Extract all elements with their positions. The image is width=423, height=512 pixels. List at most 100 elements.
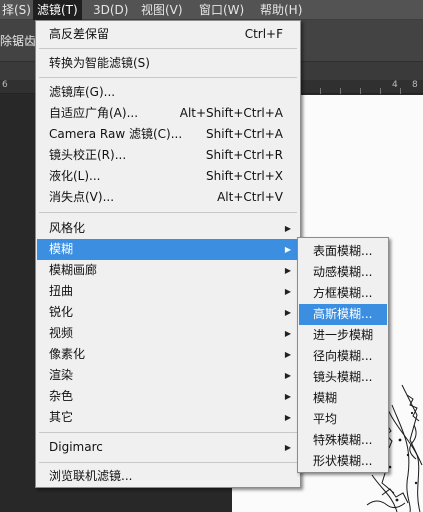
menu-separator	[39, 462, 297, 463]
menu-separator	[39, 432, 297, 433]
menu-3d[interactable]: 3D(D)	[89, 0, 132, 20]
submenu-item-blur[interactable]: 模糊	[299, 388, 387, 409]
blur-submenu: 表面模糊... 动感模糊... 方框模糊... 高斯模糊... 进一步模糊 径向…	[297, 237, 389, 473]
menu-item-label: Digimarc	[49, 440, 103, 454]
submenu-item-label: 方框模糊...	[313, 286, 373, 300]
menu-item-label: 风格化	[49, 221, 86, 235]
menu-item-label: 杂色	[49, 389, 74, 403]
submenu-arrow-icon: ▶	[284, 224, 291, 233]
menu-separator	[39, 77, 297, 78]
submenu-arrow-icon: ▶	[284, 371, 291, 380]
menu-item-distort[interactable]: 扭曲 ▶	[37, 281, 299, 302]
submenu-item-average[interactable]: 平均	[299, 409, 387, 430]
menu-item-camera-raw[interactable]: Camera Raw 滤镜(C)... Shift+Ctrl+A	[37, 124, 299, 145]
submenu-arrow-icon: ▶	[284, 413, 291, 422]
submenu-item-motion-blur[interactable]: 动感模糊...	[299, 262, 387, 283]
app-menubar: 择(S) 滤镜(T) 3D(D) 视图(V) 窗口(W) 帮助(H)	[0, 0, 423, 20]
menu-separator	[39, 212, 297, 213]
menu-item-sharpen[interactable]: 锐化 ▶	[37, 302, 299, 323]
menu-window[interactable]: 窗口(W)	[195, 0, 248, 20]
menu-view[interactable]: 视图(V)	[137, 0, 187, 20]
ruler-tick	[320, 88, 321, 94]
ruler-label: 4	[392, 80, 398, 90]
filter-menu: 高反差保留 Ctrl+F 转换为智能滤镜(S) 滤镜库(G)... 自适应广角(…	[35, 20, 301, 488]
submenu-item-blur-more[interactable]: 进一步模糊	[299, 325, 387, 346]
submenu-arrow-icon: ▶	[284, 350, 291, 359]
ruler-label: 6	[2, 80, 8, 90]
menu-separator	[39, 48, 297, 49]
submenu-item-label: 模糊	[313, 391, 338, 405]
menu-item-high-pass[interactable]: 高反差保留 Ctrl+F	[37, 24, 299, 45]
submenu-item-label: 平均	[313, 412, 338, 426]
menu-item-noise[interactable]: 杂色 ▶	[37, 386, 299, 407]
menu-item-label: 模糊	[49, 242, 74, 256]
menu-item-blur-gallery[interactable]: 模糊画廊 ▶	[37, 260, 299, 281]
menu-item-video[interactable]: 视频 ▶	[37, 323, 299, 344]
menu-item-liquify[interactable]: 液化(L)... Shift+Ctrl+X	[37, 166, 299, 187]
ruler-tick	[380, 88, 381, 94]
ruler-tick	[400, 88, 401, 94]
menu-item-label: Camera Raw 滤镜(C)...	[49, 127, 183, 141]
submenu-item-label: 进一步模糊	[313, 328, 374, 342]
menu-filter[interactable]: 滤镜(T)	[33, 0, 82, 20]
submenu-item-shape-blur[interactable]: 形状模糊...	[299, 451, 387, 472]
menu-item-blur[interactable]: 模糊 ▶	[37, 239, 299, 260]
menu-item-other[interactable]: 其它 ▶	[37, 407, 299, 428]
ruler-tick	[360, 88, 361, 94]
menu-item-stylize[interactable]: 风格化 ▶	[37, 218, 299, 239]
menu-item-label: 其它	[49, 410, 74, 424]
submenu-arrow-icon: ▶	[284, 287, 291, 296]
submenu-item-surface-blur[interactable]: 表面模糊...	[299, 241, 387, 262]
menu-item-label: 镜头校正(R)...	[49, 148, 127, 162]
submenu-item-label: 形状模糊...	[313, 454, 373, 468]
submenu-arrow-icon: ▶	[284, 443, 291, 452]
anti-alias-option[interactable]: 除锯齿	[0, 32, 36, 49]
menu-item-label: 高反差保留	[49, 27, 110, 41]
menu-item-vanishing-point[interactable]: 消失点(V)... Alt+Ctrl+V	[37, 187, 299, 208]
submenu-item-box-blur[interactable]: 方框模糊...	[299, 283, 387, 304]
submenu-item-label: 表面模糊...	[313, 244, 373, 258]
menu-item-shortcut: Ctrl+F	[244, 27, 283, 41]
menu-item-pixelate[interactable]: 像素化 ▶	[37, 344, 299, 365]
submenu-item-label: 特殊模糊...	[313, 433, 373, 447]
menu-item-shortcut: Alt+Shift+Ctrl+A	[179, 106, 283, 120]
menu-item-label: 浏览联机滤镜...	[49, 469, 133, 483]
menu-select[interactable]: 择(S)	[0, 0, 35, 20]
menu-help[interactable]: 帮助(H)	[256, 0, 306, 20]
ruler-label: 8	[412, 80, 418, 90]
menu-item-render[interactable]: 渲染 ▶	[37, 365, 299, 386]
menu-item-adaptive-wide-angle[interactable]: 自适应广角(A)... Alt+Shift+Ctrl+A	[37, 103, 299, 124]
submenu-item-label: 镜头模糊...	[313, 370, 373, 384]
menu-item-browse-filters-online[interactable]: 浏览联机滤镜...	[37, 466, 299, 487]
submenu-item-smart-blur[interactable]: 特殊模糊...	[299, 430, 387, 451]
menu-item-label: 消失点(V)...	[49, 190, 115, 204]
menu-item-label: 渲染	[49, 368, 74, 382]
submenu-item-label: 高斯模糊...	[313, 307, 373, 321]
menu-item-shortcut: Shift+Ctrl+A	[206, 127, 283, 141]
submenu-arrow-icon: ▶	[284, 266, 291, 275]
submenu-item-label: 动感模糊...	[313, 265, 373, 279]
ruler-tick	[340, 88, 341, 94]
submenu-arrow-icon: ▶	[284, 392, 291, 401]
submenu-arrow-icon: ▶	[284, 245, 291, 254]
menu-item-lens-correction[interactable]: 镜头校正(R)... Shift+Ctrl+R	[37, 145, 299, 166]
submenu-item-label: 径向模糊...	[313, 349, 373, 363]
menu-item-label: 像素化	[49, 347, 86, 361]
submenu-item-gaussian-blur[interactable]: 高斯模糊...	[299, 304, 387, 325]
menu-item-shortcut: Shift+Ctrl+X	[206, 169, 283, 183]
submenu-arrow-icon: ▶	[284, 308, 291, 317]
menu-item-label: 模糊画廊	[49, 263, 98, 277]
menu-item-label: 扭曲	[49, 284, 74, 298]
menu-item-label: 视频	[49, 326, 74, 340]
menu-item-convert-smart-filter[interactable]: 转换为智能滤镜(S)	[37, 53, 299, 74]
menu-item-label: 滤镜库(G)...	[49, 85, 116, 99]
menu-item-filter-gallery[interactable]: 滤镜库(G)...	[37, 82, 299, 103]
submenu-arrow-icon: ▶	[284, 329, 291, 338]
menu-item-shortcut: Shift+Ctrl+R	[205, 148, 283, 162]
submenu-item-radial-blur[interactable]: 径向模糊...	[299, 346, 387, 367]
submenu-item-lens-blur[interactable]: 镜头模糊...	[299, 367, 387, 388]
menu-item-label: 自适应广角(A)...	[49, 106, 139, 120]
menu-item-label: 液化(L)...	[49, 169, 101, 183]
menu-item-digimarc[interactable]: Digimarc ▶	[37, 437, 299, 458]
menu-item-shortcut: Alt+Ctrl+V	[217, 190, 283, 204]
